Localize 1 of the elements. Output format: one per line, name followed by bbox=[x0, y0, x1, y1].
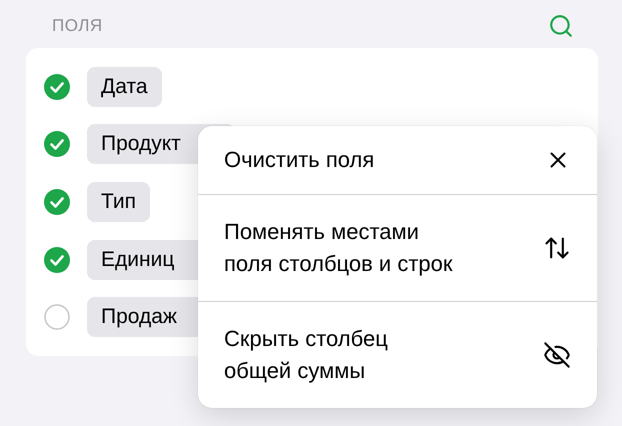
section-title: ПОЛЯ bbox=[52, 16, 103, 36]
